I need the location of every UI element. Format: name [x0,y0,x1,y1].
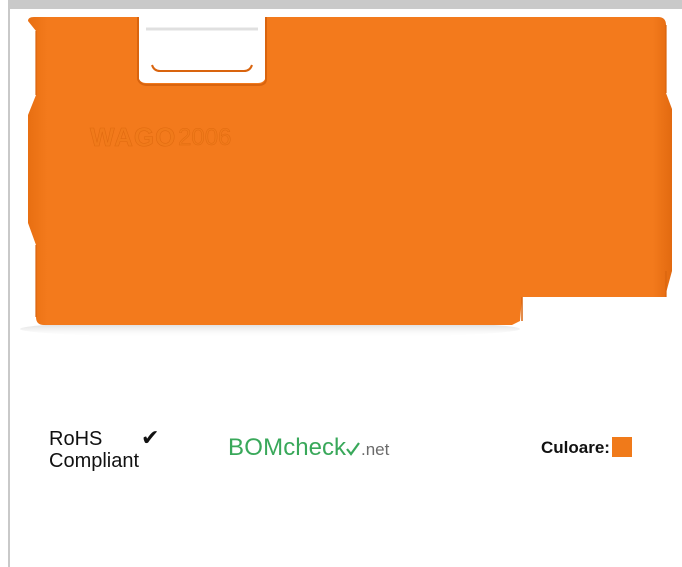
embossed-model-number: 2006 [178,124,231,151]
frame-top-border [8,0,682,9]
bomcheck-logo-bom: BOM [228,434,284,461]
bomcheck-logo-check: check [283,434,346,461]
rohs-compliant-badge: RoHS Compliant ✔ [49,428,189,484]
end-plate-body [28,17,672,325]
bomcheck-tick-icon [346,441,360,457]
color-label: Culoare: [541,438,610,457]
color-swatch [611,437,632,457]
color-info: Culoare: [541,436,632,460]
checkmark-icon: ✔ [141,426,160,451]
embossed-wago-logo: WAGO [90,122,176,152]
bomcheck-logo: BOM check .net [228,434,389,464]
product-image: WAGO 2006 [10,9,682,354]
end-plate-graphic: WAGO 2006 [20,17,672,338]
compliant-label: Compliant [49,450,140,472]
bomcheck-logo-net: .net [360,440,390,459]
rohs-label: RoHS [49,428,103,450]
